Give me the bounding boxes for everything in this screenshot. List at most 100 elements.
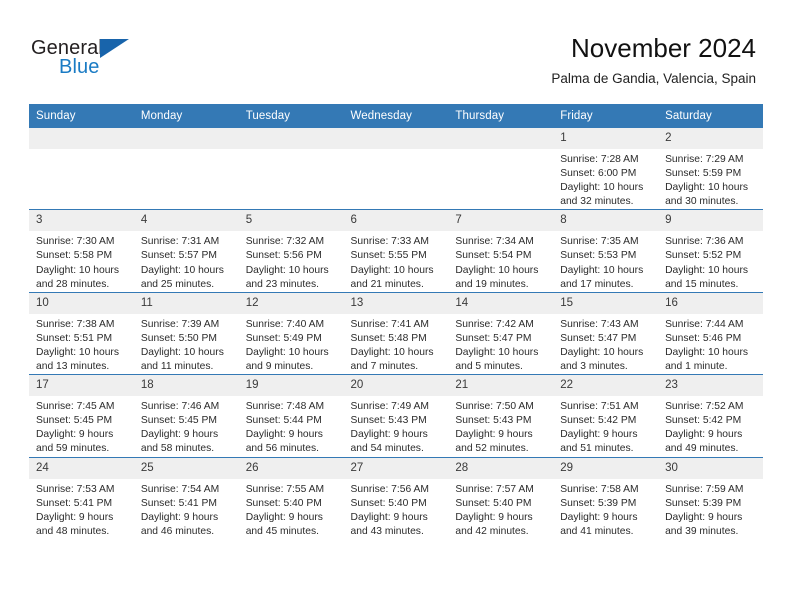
day-details: Sunrise: 7:53 AM Sunset: 5:41 PM Daylight:…	[29, 479, 134, 539]
day-cell[interactable]: 10 Sunrise: 7:38 AM Sunset: 5:51 PM Dayligh…	[29, 291, 134, 375]
weekday-header-monday: Monday	[133, 104, 239, 128]
daylight-text-line2: and 46 minutes.	[140, 525, 215, 537]
day-cell[interactable]	[448, 126, 554, 210]
daylight-text-line1: Daylight: 9 hours	[36, 511, 114, 523]
sunrise-text: Sunrise: 7:56 AM	[350, 483, 429, 495]
daylight-text-line1: Daylight: 10 hours	[36, 346, 119, 358]
day-cell[interactable]: 17 Sunrise: 7:45 AM Sunset: 5:45 PM Dayligh…	[29, 374, 134, 457]
day-cell[interactable]	[133, 126, 239, 210]
day-cell[interactable]: 14 Sunrise: 7:42 AM Sunset: 5:47 PM Dayligh…	[448, 291, 554, 375]
sunrise-text: Sunrise: 7:52 AM	[665, 401, 744, 413]
day-details: Sunrise: 7:55 AM Sunset: 5:40 PM Daylight:…	[239, 479, 344, 539]
daylight-text-line2: and 5 minutes.	[455, 361, 523, 373]
day-number	[448, 128, 554, 149]
sunrise-text: Sunrise: 7:51 AM	[560, 401, 639, 413]
day-number	[29, 128, 134, 149]
day-cell[interactable]: 4 Sunrise: 7:31 AM Sunset: 5:57 PM Daylight…	[133, 209, 239, 293]
day-number: 27	[343, 457, 449, 479]
day-number: 3	[29, 210, 134, 232]
day-details: Sunrise: 7:49 AM Sunset: 5:43 PM Daylight:…	[344, 396, 449, 456]
sunrise-text: Sunrise: 7:58 AM	[560, 483, 639, 495]
day-cell[interactable]	[29, 126, 134, 210]
day-number: 15	[553, 292, 659, 314]
day-cell[interactable]: 26 Sunrise: 7:55 AM Sunset: 5:40 PM Dayligh…	[238, 456, 344, 539]
sunset-text: Sunset: 5:44 PM	[245, 415, 322, 427]
sunset-text: Sunset: 5:51 PM	[36, 332, 113, 344]
sunset-text: Sunset: 5:56 PM	[245, 250, 322, 262]
sunset-text: Sunset: 5:43 PM	[455, 415, 532, 427]
day-number: 16	[658, 292, 763, 314]
sunset-text: Sunset: 5:41 PM	[140, 497, 217, 509]
day-cell[interactable]: 24 Sunrise: 7:53 AM Sunset: 5:41 PM Dayligh…	[29, 456, 134, 539]
sunrise-text: Sunrise: 7:45 AM	[36, 401, 115, 413]
sunrise-text: Sunrise: 7:32 AM	[245, 236, 325, 248]
day-details	[29, 149, 134, 153]
day-details: Sunrise: 7:51 AM Sunset: 5:42 PM Daylight:…	[553, 396, 658, 456]
day-cell[interactable]: 28 Sunrise: 7:57 AM Sunset: 5:40 PM Dayligh…	[448, 456, 554, 539]
sunset-text: Sunset: 5:58 PM	[36, 250, 113, 262]
day-details: Sunrise: 7:52 AM Sunset: 5:42 PM Daylight:…	[658, 396, 763, 456]
day-cell[interactable]: 29 Sunrise: 7:58 AM Sunset: 5:39 PM Dayligh…	[553, 456, 659, 539]
day-cell[interactable]: 27 Sunrise: 7:56 AM Sunset: 5:40 PM Dayligh…	[343, 456, 449, 539]
day-cell[interactable]: 13 Sunrise: 7:41 AM Sunset: 5:48 PM Dayligh…	[343, 291, 449, 375]
day-cell[interactable]: 25 Sunrise: 7:54 AM Sunset: 5:41 PM Dayligh…	[133, 456, 239, 539]
day-cell[interactable]	[238, 126, 344, 210]
day-cell[interactable]: 12 Sunrise: 7:40 AM Sunset: 5:49 PM Dayligh…	[238, 291, 344, 375]
day-details	[448, 149, 553, 153]
daylight-text-line1: Daylight: 9 hours	[455, 429, 533, 441]
day-cell[interactable]: 5 Sunrise: 7:32 AM Sunset: 5:56 PM Daylight…	[238, 209, 344, 293]
weekday-header-saturday: Saturday	[658, 104, 763, 128]
daylight-text-line1: Daylight: 9 hours	[560, 511, 638, 523]
day-details: Sunrise: 7:45 AM Sunset: 5:45 PM Daylight:…	[29, 396, 134, 456]
day-cell[interactable]: 23 Sunrise: 7:52 AM Sunset: 5:42 PM Dayligh…	[658, 374, 763, 457]
day-cell[interactable]: 16 Sunrise: 7:44 AM Sunset: 5:46 PM Dayligh…	[658, 291, 763, 375]
day-cell[interactable]: 1 Sunrise: 7:28 AM Sunset: 6:00 PM Daylight…	[553, 126, 659, 210]
daylight-text-line2: and 28 minutes.	[36, 278, 110, 290]
day-cell[interactable]: 7 Sunrise: 7:34 AM Sunset: 5:54 PM Daylight…	[448, 209, 554, 293]
day-cell[interactable]: 3 Sunrise: 7:30 AM Sunset: 5:58 PM Daylight…	[29, 209, 134, 293]
daylight-text-line1: Daylight: 10 hours	[560, 346, 644, 358]
day-details: Sunrise: 7:50 AM Sunset: 5:43 PM Daylight:…	[448, 396, 553, 456]
day-cell[interactable]: 22 Sunrise: 7:51 AM Sunset: 5:42 PM Dayligh…	[553, 374, 659, 457]
day-cell[interactable]: 6 Sunrise: 7:33 AM Sunset: 5:55 PM Daylight…	[343, 209, 449, 293]
day-cell[interactable]: 21 Sunrise: 7:50 AM Sunset: 5:43 PM Dayligh…	[448, 374, 554, 457]
day-cell[interactable]: 15 Sunrise: 7:43 AM Sunset: 5:47 PM Dayligh…	[553, 291, 659, 375]
sunrise-text: Sunrise: 7:28 AM	[560, 154, 639, 165]
sunset-text: Sunset: 5:45 PM	[36, 415, 113, 427]
day-number	[133, 128, 239, 149]
calendar-grid: Sunday Monday Tuesday Wednesday Thursday…	[29, 104, 763, 539]
day-number: 24	[29, 457, 134, 479]
daylight-text-line1: Daylight: 10 hours	[140, 346, 224, 358]
day-cell[interactable]: 20 Sunrise: 7:49 AM Sunset: 5:43 PM Dayligh…	[343, 374, 449, 457]
day-details	[239, 149, 344, 153]
day-number	[343, 128, 449, 149]
sunset-text: Sunset: 6:00 PM	[560, 168, 637, 180]
daylight-text-line2: and 54 minutes.	[350, 443, 424, 455]
day-details: Sunrise: 7:48 AM Sunset: 5:44 PM Daylight:…	[239, 396, 344, 456]
sunrise-text: Sunrise: 7:46 AM	[140, 401, 220, 413]
sunrise-text: Sunrise: 7:55 AM	[245, 483, 325, 495]
day-details: Sunrise: 7:44 AM Sunset: 5:46 PM Daylight:…	[658, 314, 763, 374]
sunrise-text: Sunrise: 7:33 AM	[350, 236, 429, 248]
day-cell[interactable]	[343, 126, 449, 210]
day-number: 1	[553, 128, 659, 149]
sunrise-text: Sunrise: 7:43 AM	[560, 318, 639, 330]
day-number: 6	[343, 210, 449, 232]
day-number: 26	[238, 457, 344, 479]
day-cell[interactable]: 11 Sunrise: 7:39 AM Sunset: 5:50 PM Dayligh…	[133, 291, 239, 375]
day-cell[interactable]: 18 Sunrise: 7:46 AM Sunset: 5:45 PM Dayligh…	[133, 374, 239, 457]
daylight-text-line1: Daylight: 10 hours	[245, 346, 329, 358]
day-cell[interactable]: 8 Sunrise: 7:35 AM Sunset: 5:53 PM Daylight…	[553, 209, 659, 293]
day-cell[interactable]: 2 Sunrise: 7:29 AM Sunset: 5:59 PM Daylight…	[658, 126, 763, 210]
day-cell[interactable]: 9 Sunrise: 7:36 AM Sunset: 5:52 PM Daylight…	[658, 209, 763, 293]
daylight-text-line2: and 19 minutes.	[455, 278, 529, 290]
general-blue-logo[interactable]: General Blue	[31, 37, 151, 79]
daylight-text-line2: and 13 minutes.	[36, 361, 110, 373]
daylight-text-line1: Daylight: 10 hours	[455, 264, 539, 276]
daylight-text-line2: and 30 minutes.	[665, 196, 739, 208]
logo-text-blue: Blue	[59, 56, 100, 78]
day-number: 28	[448, 457, 554, 479]
day-cell[interactable]: 19 Sunrise: 7:48 AM Sunset: 5:44 PM Dayligh…	[238, 374, 344, 457]
day-number: 23	[658, 375, 763, 397]
day-cell[interactable]: 30 Sunrise: 7:59 AM Sunset: 5:39 PM Dayligh…	[658, 456, 763, 539]
